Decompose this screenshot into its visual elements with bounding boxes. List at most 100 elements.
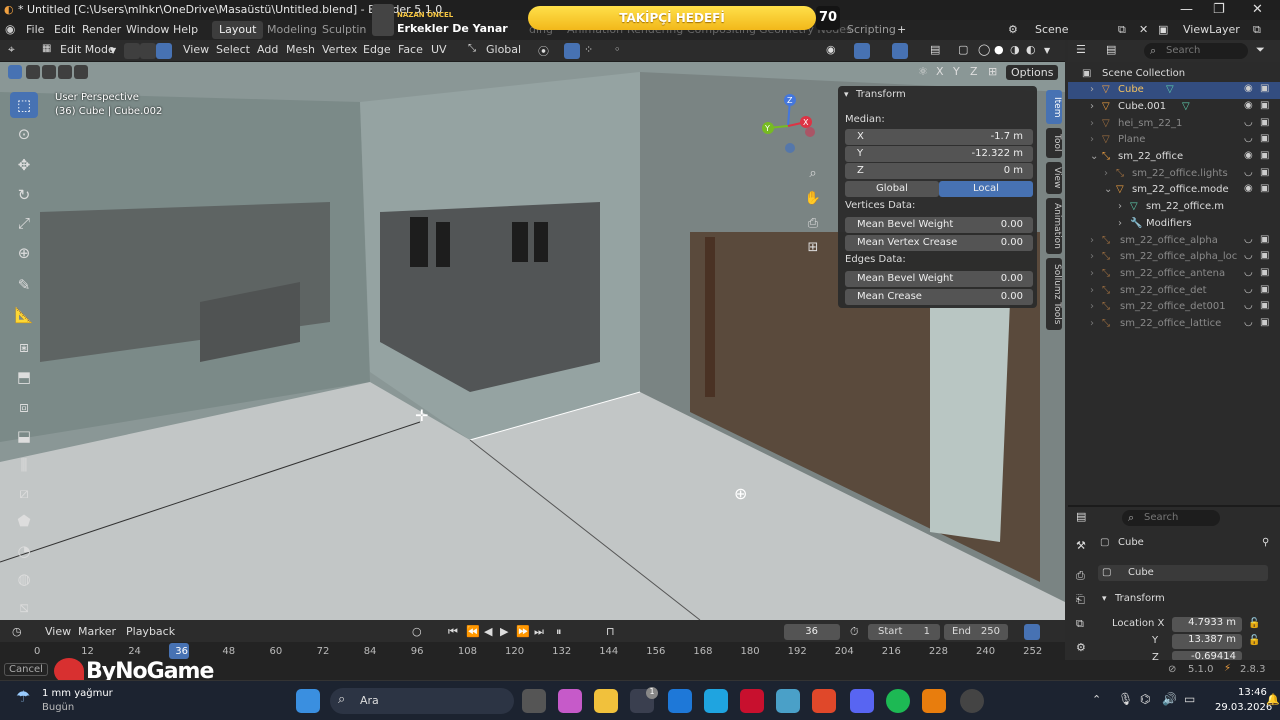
- mirror-z-toggle[interactable]: Z: [970, 65, 978, 78]
- outliner-row-lights[interactable]: › ⤡ sm_22_office.lights ◡ ▣: [1068, 166, 1280, 183]
- menu-render[interactable]: Render: [82, 23, 121, 36]
- spin-icon[interactable]: ◔: [10, 538, 38, 564]
- properties-editor-icon[interactable]: ▤: [1076, 510, 1086, 523]
- display-mode-icon[interactable]: ▤: [1106, 43, 1116, 56]
- scene-selector[interactable]: Scene: [1035, 23, 1069, 36]
- proportional-edit-icon[interactable]: ◦: [614, 43, 621, 56]
- outliner-search-input[interactable]: ⌕ Search: [1144, 43, 1248, 59]
- outliner-row-det[interactable]: › ⤡ sm_22_office_det ◡ ▣: [1068, 283, 1280, 300]
- expand-icon[interactable]: ›: [1090, 318, 1094, 329]
- outliner-row-cube[interactable]: › ▽ Cube ▽ ◉ ▣: [1068, 82, 1280, 99]
- add-workspace-button[interactable]: +: [897, 23, 906, 36]
- minimize-button[interactable]: —: [1180, 2, 1193, 17]
- jump-end-icon[interactable]: ⏭: [534, 625, 544, 639]
- timeline-editor-icon[interactable]: ◷: [12, 625, 22, 638]
- copy-icon[interactable]: ⧉: [1118, 23, 1126, 37]
- add-cube-icon[interactable]: ⧆: [10, 334, 38, 360]
- lock-icon[interactable]: 🔓: [1248, 635, 1260, 646]
- auto-key-icon[interactable]: ⊓: [606, 625, 615, 638]
- render-camera-icon[interactable]: ▣: [1260, 100, 1269, 111]
- blender-menu-icon[interactable]: ◉: [5, 22, 15, 36]
- move-icon[interactable]: ✥: [10, 152, 38, 178]
- expand-icon[interactable]: ›: [1090, 251, 1094, 262]
- shear-icon[interactable]: ⧅: [10, 594, 38, 620]
- hidden-eye-icon[interactable]: ◡: [1244, 167, 1253, 178]
- vertex-select-icon[interactable]: [124, 43, 140, 59]
- task-view-icon[interactable]: [522, 689, 546, 713]
- tab-sculpting[interactable]: Sculptin: [315, 21, 373, 39]
- menu-select[interactable]: Select: [216, 43, 250, 56]
- timeline-menu-marker[interactable]: Marker: [78, 625, 116, 638]
- snap-target-icon[interactable]: ⁘: [584, 43, 593, 56]
- edge-select-icon[interactable]: [140, 43, 156, 59]
- prev-marker-icon[interactable]: ⏸: [556, 625, 562, 639]
- menu-add[interactable]: Add: [257, 43, 278, 56]
- select-box-icon[interactable]: ⬚: [10, 92, 38, 118]
- location-x-field[interactable]: 4.7933 m: [1172, 617, 1242, 632]
- shading-chevron-icon[interactable]: ▼: [1044, 46, 1050, 55]
- wifi-icon[interactable]: ⌬: [1140, 692, 1150, 706]
- brave-icon[interactable]: [812, 689, 836, 713]
- visibility-eye-icon[interactable]: ◉: [1244, 100, 1253, 111]
- outliner-editor-icon[interactable]: ☰: [1076, 43, 1086, 56]
- cursor-tool-icon[interactable]: ⊙: [10, 121, 38, 147]
- render-camera-icon[interactable]: ▣: [1260, 133, 1269, 144]
- scene-collection-row[interactable]: ▣ Scene Collection: [1068, 66, 1280, 83]
- expand-icon[interactable]: ›: [1090, 285, 1094, 296]
- discord-icon[interactable]: [850, 689, 874, 713]
- annotate-icon[interactable]: ✎: [10, 272, 38, 298]
- menu-uv[interactable]: UV: [431, 43, 447, 56]
- bevel-icon[interactable]: ⬓: [10, 423, 38, 449]
- menu-face[interactable]: Face: [398, 43, 423, 56]
- tool-props-icon[interactable]: ⚒: [1076, 539, 1086, 552]
- vertex-crease-field[interactable]: Mean Vertex Crease 0.00: [845, 235, 1033, 251]
- collapse-icon[interactable]: ▾: [844, 90, 849, 100]
- camera-view-icon[interactable]: ⎙: [804, 216, 822, 234]
- outliner-row-alpha[interactable]: › ⤡ sm_22_office_alpha ◡ ▣: [1068, 233, 1280, 250]
- object-name-field[interactable]: ▢ Cube: [1098, 565, 1268, 581]
- tab-layout[interactable]: Layout: [212, 21, 264, 39]
- menu-view[interactable]: View: [183, 43, 209, 56]
- pivot-icon[interactable]: ⦿: [538, 43, 549, 59]
- lock-icon[interactable]: 🔓: [1248, 618, 1260, 629]
- select-subtract-icon[interactable]: [42, 65, 56, 79]
- outliner-row-alpha-loc[interactable]: › ⤡ sm_22_office_alpha_loc ◡ ▣: [1068, 249, 1280, 266]
- inset-icon[interactable]: ⧈: [10, 394, 38, 420]
- mode-selector[interactable]: Edit Mode: [60, 43, 115, 56]
- start-button-icon[interactable]: [296, 689, 320, 713]
- hidden-eye-icon[interactable]: ◡: [1244, 133, 1253, 144]
- visibility-eye-icon[interactable]: ◉: [1244, 183, 1253, 194]
- menu-window[interactable]: Window: [126, 23, 169, 36]
- material-shading-icon[interactable]: ◑: [1010, 43, 1020, 56]
- scale-icon[interactable]: ⤢: [10, 210, 38, 236]
- render-camera-icon[interactable]: ▣: [1260, 234, 1269, 245]
- median-x-field[interactable]: X -1.7 m: [845, 129, 1033, 145]
- expand-icon[interactable]: ›: [1090, 118, 1094, 129]
- rotate-icon[interactable]: ↻: [10, 182, 38, 208]
- render-camera-icon[interactable]: ▣: [1260, 167, 1269, 178]
- location-y-field[interactable]: 13.387 m: [1172, 634, 1242, 649]
- rain-weather-icon[interactable]: ☂: [16, 687, 30, 706]
- pin-icon[interactable]: ⚲: [1262, 537, 1269, 548]
- expand-icon[interactable]: ›: [1090, 235, 1094, 246]
- play-icon[interactable]: ▶: [500, 625, 508, 638]
- tab-animation[interactable]: Animation: [1046, 198, 1062, 254]
- expand-icon[interactable]: ›: [1090, 134, 1094, 145]
- app-icon[interactable]: [776, 689, 800, 713]
- pan-hand-icon[interactable]: ✋: [804, 191, 822, 209]
- expand-icon[interactable]: ›: [1090, 301, 1094, 312]
- outliner-row-cube001[interactable]: › ▽ Cube.001 ▽ ◉ ▣: [1068, 99, 1280, 116]
- next-keyframe-icon[interactable]: ⏩: [516, 625, 530, 638]
- timeline-menu-playback[interactable]: Playback: [126, 625, 175, 638]
- ortho-grid-icon[interactable]: ⊞: [804, 240, 822, 258]
- tab-view[interactable]: View: [1046, 162, 1062, 194]
- outliner-row-sm22office[interactable]: ⌄ ⤡ sm_22_office ◉ ▣: [1068, 149, 1280, 166]
- menu-vertex[interactable]: Vertex: [322, 43, 357, 56]
- wireframe-shading-icon[interactable]: ◯: [978, 43, 990, 56]
- hidden-eye-icon[interactable]: ◡: [1244, 317, 1253, 328]
- select-new-icon[interactable]: [8, 65, 22, 79]
- menu-help[interactable]: Help: [173, 23, 198, 36]
- copilot-icon[interactable]: [558, 689, 582, 713]
- mirror-y-toggle[interactable]: Y: [953, 65, 960, 78]
- weather-temp[interactable]: 1 mm yağmur: [42, 688, 113, 699]
